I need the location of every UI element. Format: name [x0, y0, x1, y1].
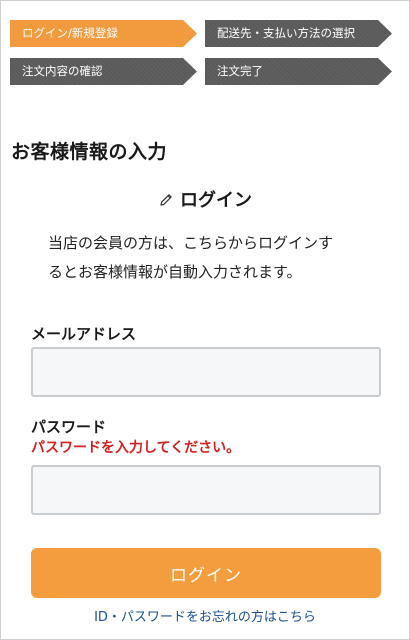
email-label: メールアドレス	[31, 325, 137, 343]
login-section-heading: ログイン	[0, 186, 410, 213]
password-error-message: パスワードを入力してください。	[31, 440, 241, 456]
step-label: 注文完了	[217, 64, 263, 78]
intro-line: るとお客様情報が自動入力されます。	[48, 263, 302, 281]
forgot-id-password-link[interactable]: ID・パスワードをお忘れの方はこちら	[0, 606, 410, 625]
page-frame	[0, 0, 410, 640]
step-label: ログイン/新規登録	[22, 26, 118, 40]
email-field[interactable]	[31, 347, 381, 397]
login-heading-text: ログイン	[180, 190, 252, 211]
step-login-register: ログイン/新規登録	[10, 20, 197, 47]
step-confirm-order: 注文内容の確認	[10, 58, 197, 85]
intro-line: 当店の会員の方は、こちらからログインす	[48, 234, 334, 252]
password-label: パスワード	[31, 418, 107, 436]
page-title: お客様情報の入力	[11, 141, 168, 163]
pencil-icon	[158, 192, 174, 213]
step-label: 注文内容の確認	[22, 64, 103, 78]
password-field[interactable]	[31, 465, 381, 515]
login-intro-text: 当店の会員の方は、こちらからログインす るとお客様情報が自動入力されます。	[48, 229, 368, 287]
step-shipping-payment: 配送先・支払い方法の選択	[205, 20, 392, 47]
step-label: 配送先・支払い方法の選択	[217, 26, 355, 40]
login-button[interactable]: ログイン	[31, 548, 381, 598]
step-order-complete: 注文完了	[205, 58, 392, 85]
